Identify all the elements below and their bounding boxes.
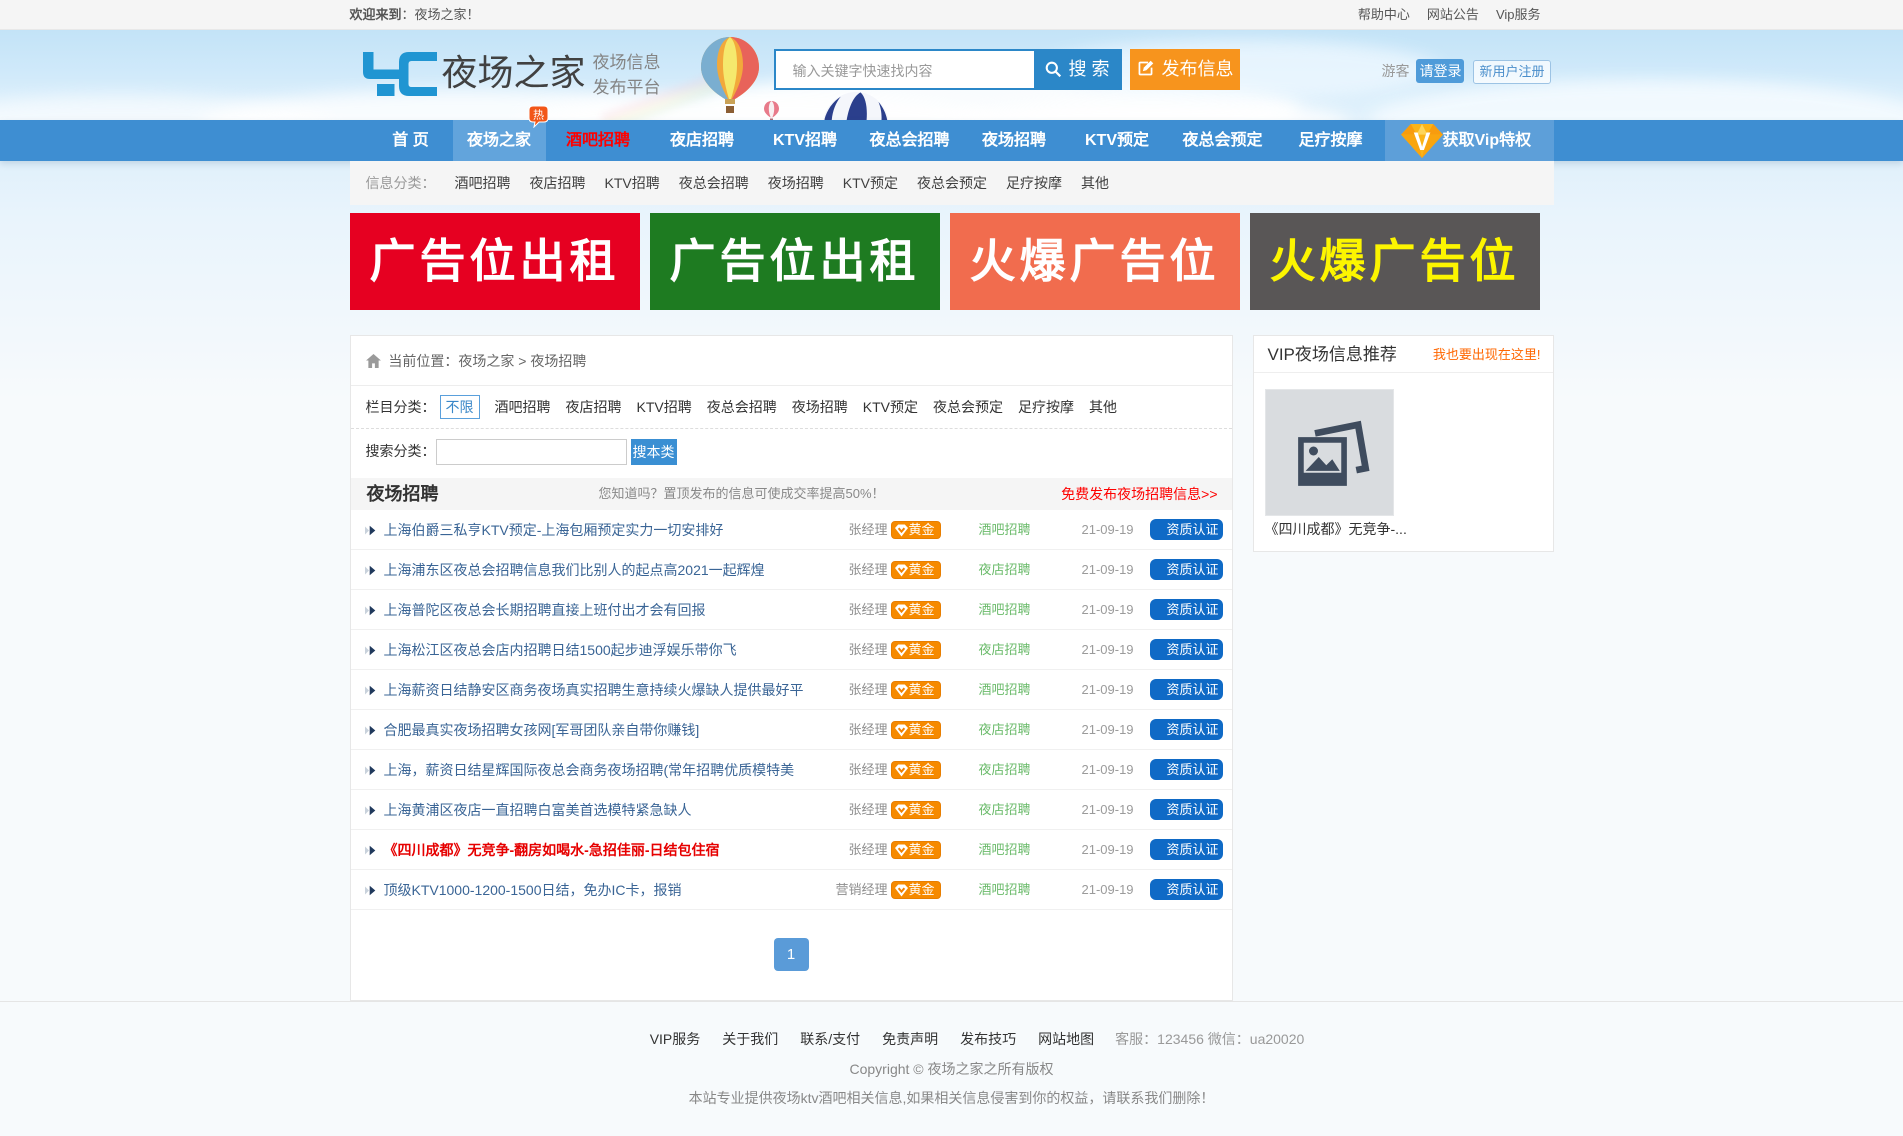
svg-text:热: 热 — [533, 109, 544, 122]
svg-text:V: V — [1413, 128, 1430, 156]
